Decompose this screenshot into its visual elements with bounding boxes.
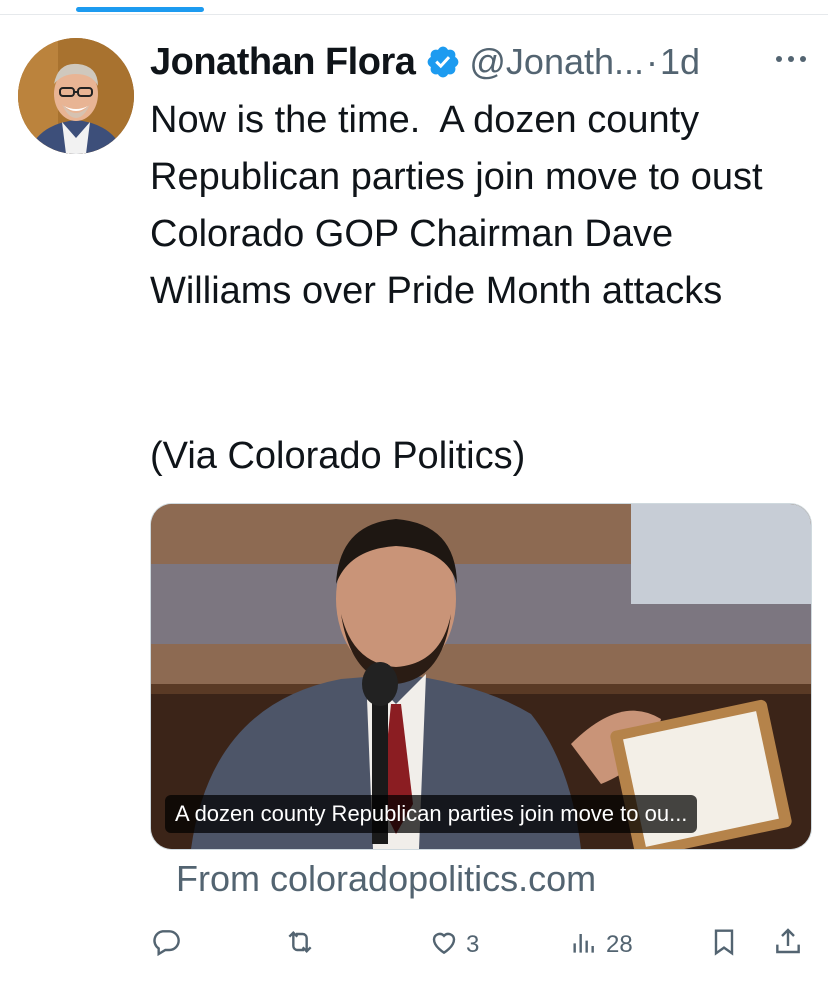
bookmark-button[interactable] [708,920,740,970]
retweet-icon [284,926,316,965]
author-handle[interactable]: @Jonath... [469,41,644,83]
tweet-header: Jonathan Flora @Jonath... · 1d [150,34,820,90]
bookmark-icon [708,926,740,965]
like-button[interactable]: 3 [428,920,479,970]
tab-bar [0,0,828,15]
views-icon [568,926,600,965]
views-button[interactable]: 28 [568,920,633,970]
author-name[interactable]: Jonathan Flora [150,41,416,84]
more-icon[interactable] [776,44,806,74]
link-card[interactable]: A dozen county Republican parties join m… [150,503,812,850]
retweet-button[interactable] [284,920,322,970]
tweet-via-text: (Via Colorado Politics) [150,435,526,477]
avatar[interactable] [18,38,134,154]
reply-icon [150,926,182,965]
reply-button[interactable] [150,920,188,970]
tweet-text: Now is the time. A dozen county Republic… [150,99,774,312]
card-caption: A dozen county Republican parties join m… [165,795,698,833]
separator-dot: · [646,41,659,82]
card-source[interactable]: From coloradopolitics.com [176,858,596,900]
action-bar: 3 28 [150,920,820,970]
verified-badge-icon [425,44,461,80]
views-count: 28 [606,931,633,958]
share-button[interactable] [772,920,804,970]
share-icon [772,926,804,965]
active-tab-indicator [76,7,204,12]
timestamp[interactable]: 1d [660,41,700,83]
like-icon [428,926,460,965]
like-count: 3 [466,931,480,958]
